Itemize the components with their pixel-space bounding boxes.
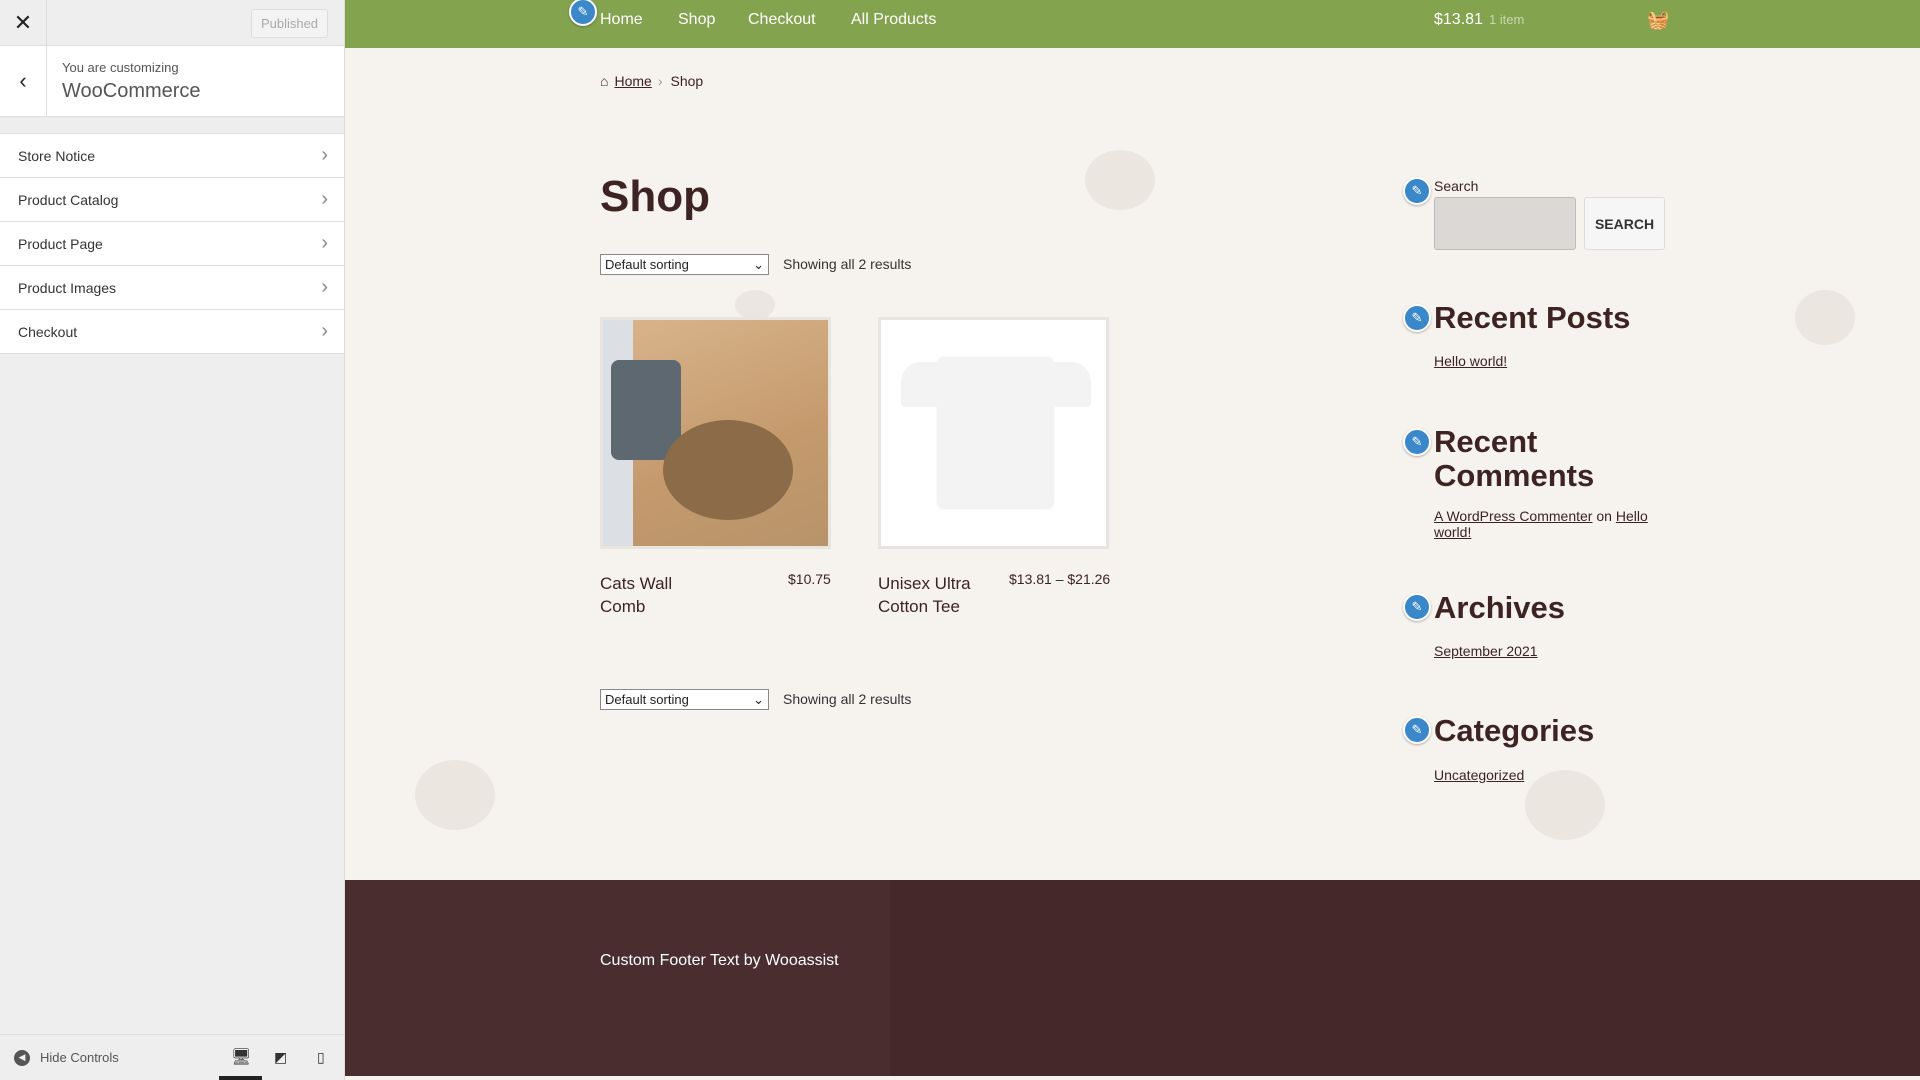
section-product-page[interactable]: Product Page › xyxy=(0,222,344,266)
archives-heading: Archives xyxy=(1434,590,1565,625)
sorting-select-bottom[interactable]: Default sorting ⌄ xyxy=(600,689,769,710)
nav-checkout[interactable]: Checkout xyxy=(748,11,816,29)
nav-all-products[interactable]: All Products xyxy=(851,11,936,29)
desktop-preview-icon[interactable]: 🖥 xyxy=(231,1047,251,1067)
comment-on-text: on xyxy=(1596,508,1612,524)
section-label: Checkout xyxy=(18,323,78,340)
breadcrumb-home[interactable]: Home xyxy=(614,73,651,89)
section-label: Product Page xyxy=(18,235,103,252)
publish-button[interactable]: Published xyxy=(251,9,328,38)
back-button[interactable]: ‹ xyxy=(0,46,47,116)
recent-post-link[interactable]: Hello world! xyxy=(1434,353,1507,369)
chevron-right-icon: › xyxy=(321,320,328,342)
customizer-panel: ✕ Published ‹ You are customizing WooCom… xyxy=(0,0,345,1080)
result-count: Showing all 2 results xyxy=(783,256,912,272)
edit-shortcut-icon[interactable]: ✎ xyxy=(1403,593,1431,621)
hide-controls-button[interactable]: ◀ Hide Controls xyxy=(14,1049,119,1066)
chevron-right-icon: › xyxy=(321,232,328,254)
edit-shortcut-icon[interactable]: ✎ xyxy=(1403,177,1431,205)
mobile-preview-icon[interactable]: ▯ xyxy=(317,1049,325,1066)
section-product-catalog[interactable]: Product Catalog › xyxy=(0,178,344,222)
chevron-down-icon: ⌄ xyxy=(753,692,764,707)
section-store-notice[interactable]: Store Notice › xyxy=(0,134,344,178)
section-label: Product Catalog xyxy=(18,191,119,208)
sorting-value: Default sorting xyxy=(605,257,689,272)
active-device-indicator xyxy=(219,1076,262,1080)
footer-text: Custom Footer Text by Wooassist xyxy=(600,952,839,969)
cart-total: $13.81 xyxy=(1434,11,1483,28)
search-label: Search xyxy=(1434,178,1479,194)
cart-count: 1 item xyxy=(1488,12,1525,27)
site-footer xyxy=(345,880,1920,1076)
chevron-right-icon: › xyxy=(321,144,328,166)
nav-home[interactable]: Home xyxy=(600,11,643,29)
edit-shortcut-icon[interactable]: ✎ xyxy=(569,0,597,26)
chevron-right-icon: › xyxy=(321,188,328,210)
hide-controls-label: Hide Controls xyxy=(40,1050,119,1065)
section-product-images[interactable]: Product Images › xyxy=(0,266,344,310)
edit-shortcut-icon[interactable]: ✎ xyxy=(1403,304,1431,332)
home-icon: ⌂ xyxy=(600,73,609,89)
product-image-unisex-tee[interactable] xyxy=(878,317,1109,549)
sorting-select[interactable]: Default sorting ⌄ xyxy=(600,254,769,275)
site-header: ✎ Home Shop Checkout All Products $13.81… xyxy=(345,0,1920,48)
edit-shortcut-icon[interactable]: ✎ xyxy=(1403,428,1431,456)
product-price: $10.75 xyxy=(788,571,831,587)
site-preview: ✎ Home Shop Checkout All Products $13.81… xyxy=(345,0,1920,1080)
section-label: Product Images xyxy=(18,279,117,296)
cart-link[interactable]: $13.81 1 item xyxy=(1434,11,1524,29)
sorting-value: Default sorting xyxy=(605,692,689,707)
comment-author-link[interactable]: A WordPress Commenter xyxy=(1434,508,1592,524)
product-title[interactable]: Cats Wall Comb xyxy=(600,572,720,618)
archive-link[interactable]: September 2021 xyxy=(1434,643,1538,659)
search-button[interactable]: SEARCH xyxy=(1584,197,1665,250)
breadcrumb-current: Shop xyxy=(670,73,704,89)
panel-title: WooCommerce xyxy=(62,80,201,102)
chevron-right-icon: › xyxy=(321,276,328,298)
breadcrumb-separator-icon: › xyxy=(657,73,663,89)
tablet-preview-icon[interactable]: ◩ xyxy=(274,1049,287,1066)
product-title[interactable]: Unisex Ultra Cotton Tee xyxy=(878,572,998,618)
category-link[interactable]: Uncategorized xyxy=(1434,767,1524,783)
chevron-down-icon: ⌄ xyxy=(753,257,764,272)
edit-shortcut-icon[interactable]: ✎ xyxy=(1403,716,1431,744)
section-label: Store Notice xyxy=(18,147,96,164)
product-price: $13.81 – $21.26 xyxy=(1009,571,1111,587)
collapse-icon: ◀ xyxy=(14,1049,30,1066)
close-customizer-button[interactable]: ✕ xyxy=(0,0,47,46)
categories-heading: Categories xyxy=(1434,713,1595,748)
search-input[interactable] xyxy=(1434,197,1576,250)
breadcrumb: ⌂ Home › Shop xyxy=(600,73,703,89)
recent-comments-heading: Recent Comments xyxy=(1434,424,1595,493)
recent-posts-heading: Recent Posts xyxy=(1434,300,1631,335)
result-count-bottom: Showing all 2 results xyxy=(783,691,912,707)
basket-icon[interactable]: 🧺 xyxy=(1647,10,1669,31)
product-image-cats-wall-comb[interactable] xyxy=(600,317,831,549)
page-title: Shop xyxy=(600,172,710,221)
section-checkout[interactable]: Checkout › xyxy=(0,310,344,354)
nav-shop[interactable]: Shop xyxy=(678,11,715,29)
customizing-label: You are customizing xyxy=(62,60,179,75)
